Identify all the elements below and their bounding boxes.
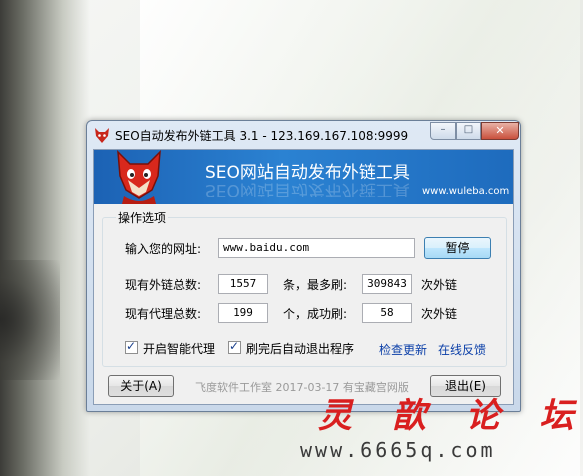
success-brush-field[interactable]: 58 [362,303,412,323]
title-bar[interactable]: SEO自动发布外链工具 3.1 - 123.169.167.108:9999 –… [87,121,520,149]
proxy-total-field[interactable]: 199 [218,303,268,323]
about-button[interactable]: 关于(A) [108,375,174,397]
banner-title: SEO网站自动发布外链工具 [205,163,410,183]
links-total-field[interactable]: 1557 [218,274,268,294]
background-shadow-figure [0,260,60,380]
minimize-button[interactable]: – [430,122,456,140]
times-unit-label-2: 次外链 [421,307,458,321]
smart-proxy-label: 开启智能代理 [143,342,216,356]
auto-exit-label: 刷完后自动退出程序 [246,342,355,356]
check-icon: ✓ [126,339,137,353]
minimize-icon: – [440,124,446,135]
watermark-brand: 灵 歆 论 坛 [318,396,583,436]
banner-url: www.wuleba.com [422,186,510,197]
close-button[interactable]: ✕ [481,122,519,140]
watermark-url: www.6665q.com [300,438,496,462]
app-window: SEO自动发布外链工具 3.1 - 123.169.167.108:9999 –… [86,120,521,412]
close-icon: ✕ [495,124,505,137]
auto-exit-checkbox[interactable]: ✓ [228,339,241,354]
check-icon: ✓ [229,339,240,353]
smart-proxy-checkbox[interactable]: ✓ [125,339,138,354]
proxy-unit-label: 个，成功刷: [283,307,348,321]
banner-title-reflection: SEO网站自动发布外链工具 [205,183,410,197]
header-banner: SEO网站自动发布外链工具 SEO网站自动发布外链工具 www.wuleba.c… [94,150,513,204]
window-title: SEO自动发布外链工具 3.1 - 123.169.167.108:9999 [115,129,409,143]
max-brush-field[interactable]: 309843 [362,274,412,294]
proxy-total-label: 现有代理总数: [125,307,202,321]
options-group-label: 操作选项 [116,209,169,226]
online-feedback-link[interactable]: 在线反馈 [438,341,486,358]
fox-app-icon [95,128,109,143]
window-client-area: SEO网站自动发布外链工具 SEO网站自动发布外链工具 www.wuleba.c… [93,149,514,405]
maximize-button[interactable]: □ [456,122,481,140]
url-input[interactable]: www.baidu.com [218,238,415,258]
red-fox-mascot-icon [117,150,161,204]
links-unit-label: 条，最多刷: [283,278,348,292]
links-total-label: 现有外链总数: [125,278,202,292]
maximize-icon: □ [463,124,474,135]
check-update-link[interactable]: 检查更新 [379,341,427,358]
pause-button[interactable]: 暂停 [424,237,491,259]
background-left-shadow [0,0,90,476]
url-label: 输入您的网址: [125,242,202,256]
times-unit-label-1: 次外链 [421,278,458,292]
